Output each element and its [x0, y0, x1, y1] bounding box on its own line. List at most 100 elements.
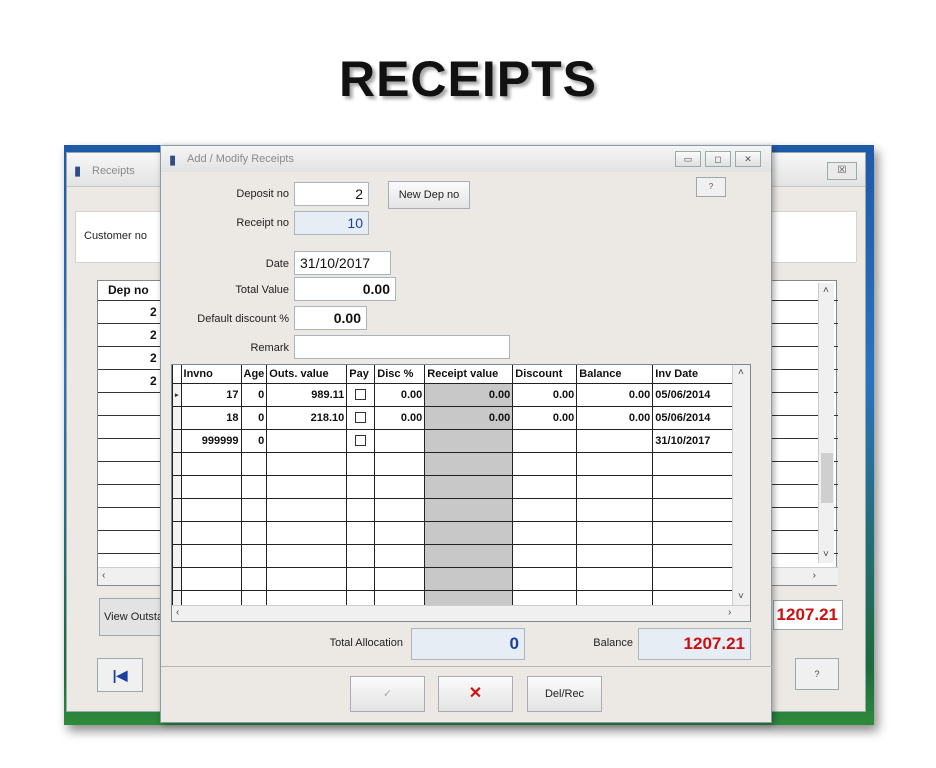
row-selector[interactable] [172, 520, 182, 545]
empty-cell[interactable] [576, 520, 654, 545]
empty-cell[interactable] [266, 566, 348, 591]
empty-cell[interactable] [576, 566, 654, 591]
empty-cell[interactable] [652, 497, 734, 522]
help-button[interactable]: ? [795, 658, 839, 690]
empty-cell[interactable] [512, 474, 578, 499]
invno-cell[interactable]: 17 [180, 382, 242, 407]
empty-cell[interactable] [374, 520, 426, 545]
scroll-left-icon[interactable]: ‹ [176, 607, 179, 618]
maximize-icon[interactable]: ◻ [705, 151, 731, 167]
outs-value-cell[interactable] [266, 428, 348, 453]
scroll-up-icon[interactable]: ˄ [823, 285, 829, 296]
scroll-down-icon[interactable]: ˅ [823, 549, 829, 560]
row-selector[interactable] [172, 497, 182, 522]
pay-checkbox[interactable] [355, 435, 367, 447]
empty-cell[interactable] [240, 451, 268, 476]
empty-cell[interactable] [266, 474, 348, 499]
empty-cell[interactable] [346, 451, 376, 476]
disc-pct-cell[interactable]: 0.00 [374, 382, 426, 407]
table-row[interactable] [172, 520, 734, 545]
row-selector[interactable] [172, 451, 182, 476]
row-selector[interactable] [172, 428, 182, 453]
help-button[interactable]: ? [696, 177, 726, 197]
scroll-right-icon[interactable]: › [728, 607, 731, 618]
disc-pct-cell[interactable] [374, 428, 426, 453]
empty-cell[interactable] [424, 497, 514, 522]
empty-cell[interactable] [374, 566, 426, 591]
total-value-field[interactable]: 0.00 [294, 277, 396, 301]
empty-cell[interactable] [346, 566, 376, 591]
vertical-scrollbar[interactable]: ˄ ˅ [818, 283, 834, 563]
empty-cell[interactable] [652, 474, 734, 499]
discount-cell[interactable]: 0.00 [512, 405, 578, 430]
scroll-right-icon[interactable]: › [813, 570, 816, 581]
empty-cell[interactable] [576, 474, 654, 499]
empty-cell[interactable] [652, 543, 734, 568]
empty-cell[interactable] [240, 566, 268, 591]
age-cell[interactable]: 0 [240, 428, 268, 453]
empty-cell[interactable] [180, 520, 242, 545]
scroll-down-icon[interactable]: ˅ [738, 591, 744, 602]
empty-cell[interactable] [180, 451, 242, 476]
empty-cell[interactable] [240, 497, 268, 522]
empty-cell[interactable] [346, 474, 376, 499]
empty-cell[interactable] [346, 497, 376, 522]
pay-checkbox[interactable] [355, 412, 367, 424]
discount-cell[interactable] [512, 428, 578, 453]
empty-cell[interactable] [266, 520, 348, 545]
inv-date-cell[interactable]: 05/06/2014 [652, 405, 734, 430]
empty-cell[interactable] [374, 543, 426, 568]
empty-cell[interactable] [180, 543, 242, 568]
remark-field[interactable] [294, 335, 510, 359]
empty-cell[interactable] [512, 451, 578, 476]
deposit-no-field[interactable]: 2 [294, 182, 369, 206]
empty-cell[interactable] [512, 543, 578, 568]
empty-cell[interactable] [180, 474, 242, 499]
empty-cell[interactable] [576, 543, 654, 568]
empty-cell[interactable] [374, 497, 426, 522]
empty-cell[interactable] [346, 520, 376, 545]
empty-cell[interactable] [240, 543, 268, 568]
empty-cell[interactable] [512, 520, 578, 545]
discount-cell[interactable]: 0.00 [512, 382, 578, 407]
table-row[interactable]: 18 0 218.10 0.00 0.00 0.00 0.00 05/06/20… [172, 405, 734, 430]
close-icon[interactable]: ☒ [827, 162, 857, 180]
row-selector[interactable] [172, 405, 182, 430]
empty-cell[interactable] [180, 566, 242, 591]
allocation-grid[interactable]: Invno Age Outs. value Pay Disc % Receipt… [171, 364, 751, 622]
empty-cell[interactable] [424, 520, 514, 545]
empty-cell[interactable] [424, 474, 514, 499]
new-dep-no-button[interactable]: New Dep no [388, 181, 470, 209]
invno-cell[interactable]: 999999 [180, 428, 242, 453]
pay-checkbox[interactable] [355, 389, 367, 401]
row-selector[interactable] [172, 543, 182, 568]
empty-cell[interactable] [424, 566, 514, 591]
scroll-up-icon[interactable]: ˄ [738, 367, 744, 378]
invno-cell[interactable]: 18 [180, 405, 242, 430]
row-selector-icon[interactable]: ▸ [172, 382, 182, 407]
empty-cell[interactable] [512, 566, 578, 591]
empty-cell[interactable] [652, 566, 734, 591]
table-row[interactable] [172, 566, 734, 591]
close-icon[interactable]: ✕ [735, 151, 761, 167]
receipt-value-cell[interactable]: 0.00 [424, 382, 514, 407]
scroll-left-icon[interactable]: ‹ [102, 570, 105, 581]
vertical-scrollbar[interactable]: ˄ ˅ [732, 365, 750, 605]
empty-cell[interactable] [424, 543, 514, 568]
date-field[interactable]: 31/10/2017 [294, 251, 391, 275]
balance-cell[interactable]: 0.00 [576, 405, 654, 430]
receipt-value-cell[interactable]: 0.00 [424, 405, 514, 430]
scroll-thumb[interactable] [821, 453, 833, 503]
empty-cell[interactable] [512, 497, 578, 522]
age-cell[interactable]: 0 [240, 382, 268, 407]
row-selector[interactable] [172, 566, 182, 591]
empty-cell[interactable] [180, 497, 242, 522]
empty-cell[interactable] [374, 451, 426, 476]
empty-cell[interactable] [266, 543, 348, 568]
empty-cell[interactable] [240, 474, 268, 499]
outs-value-cell[interactable]: 218.10 [266, 405, 348, 430]
receipt-value-cell[interactable] [424, 428, 514, 453]
first-record-button[interactable]: |◀ [97, 658, 143, 692]
disc-pct-cell[interactable]: 0.00 [374, 405, 426, 430]
table-row[interactable]: 999999 0 31/10/2017 [172, 428, 734, 453]
